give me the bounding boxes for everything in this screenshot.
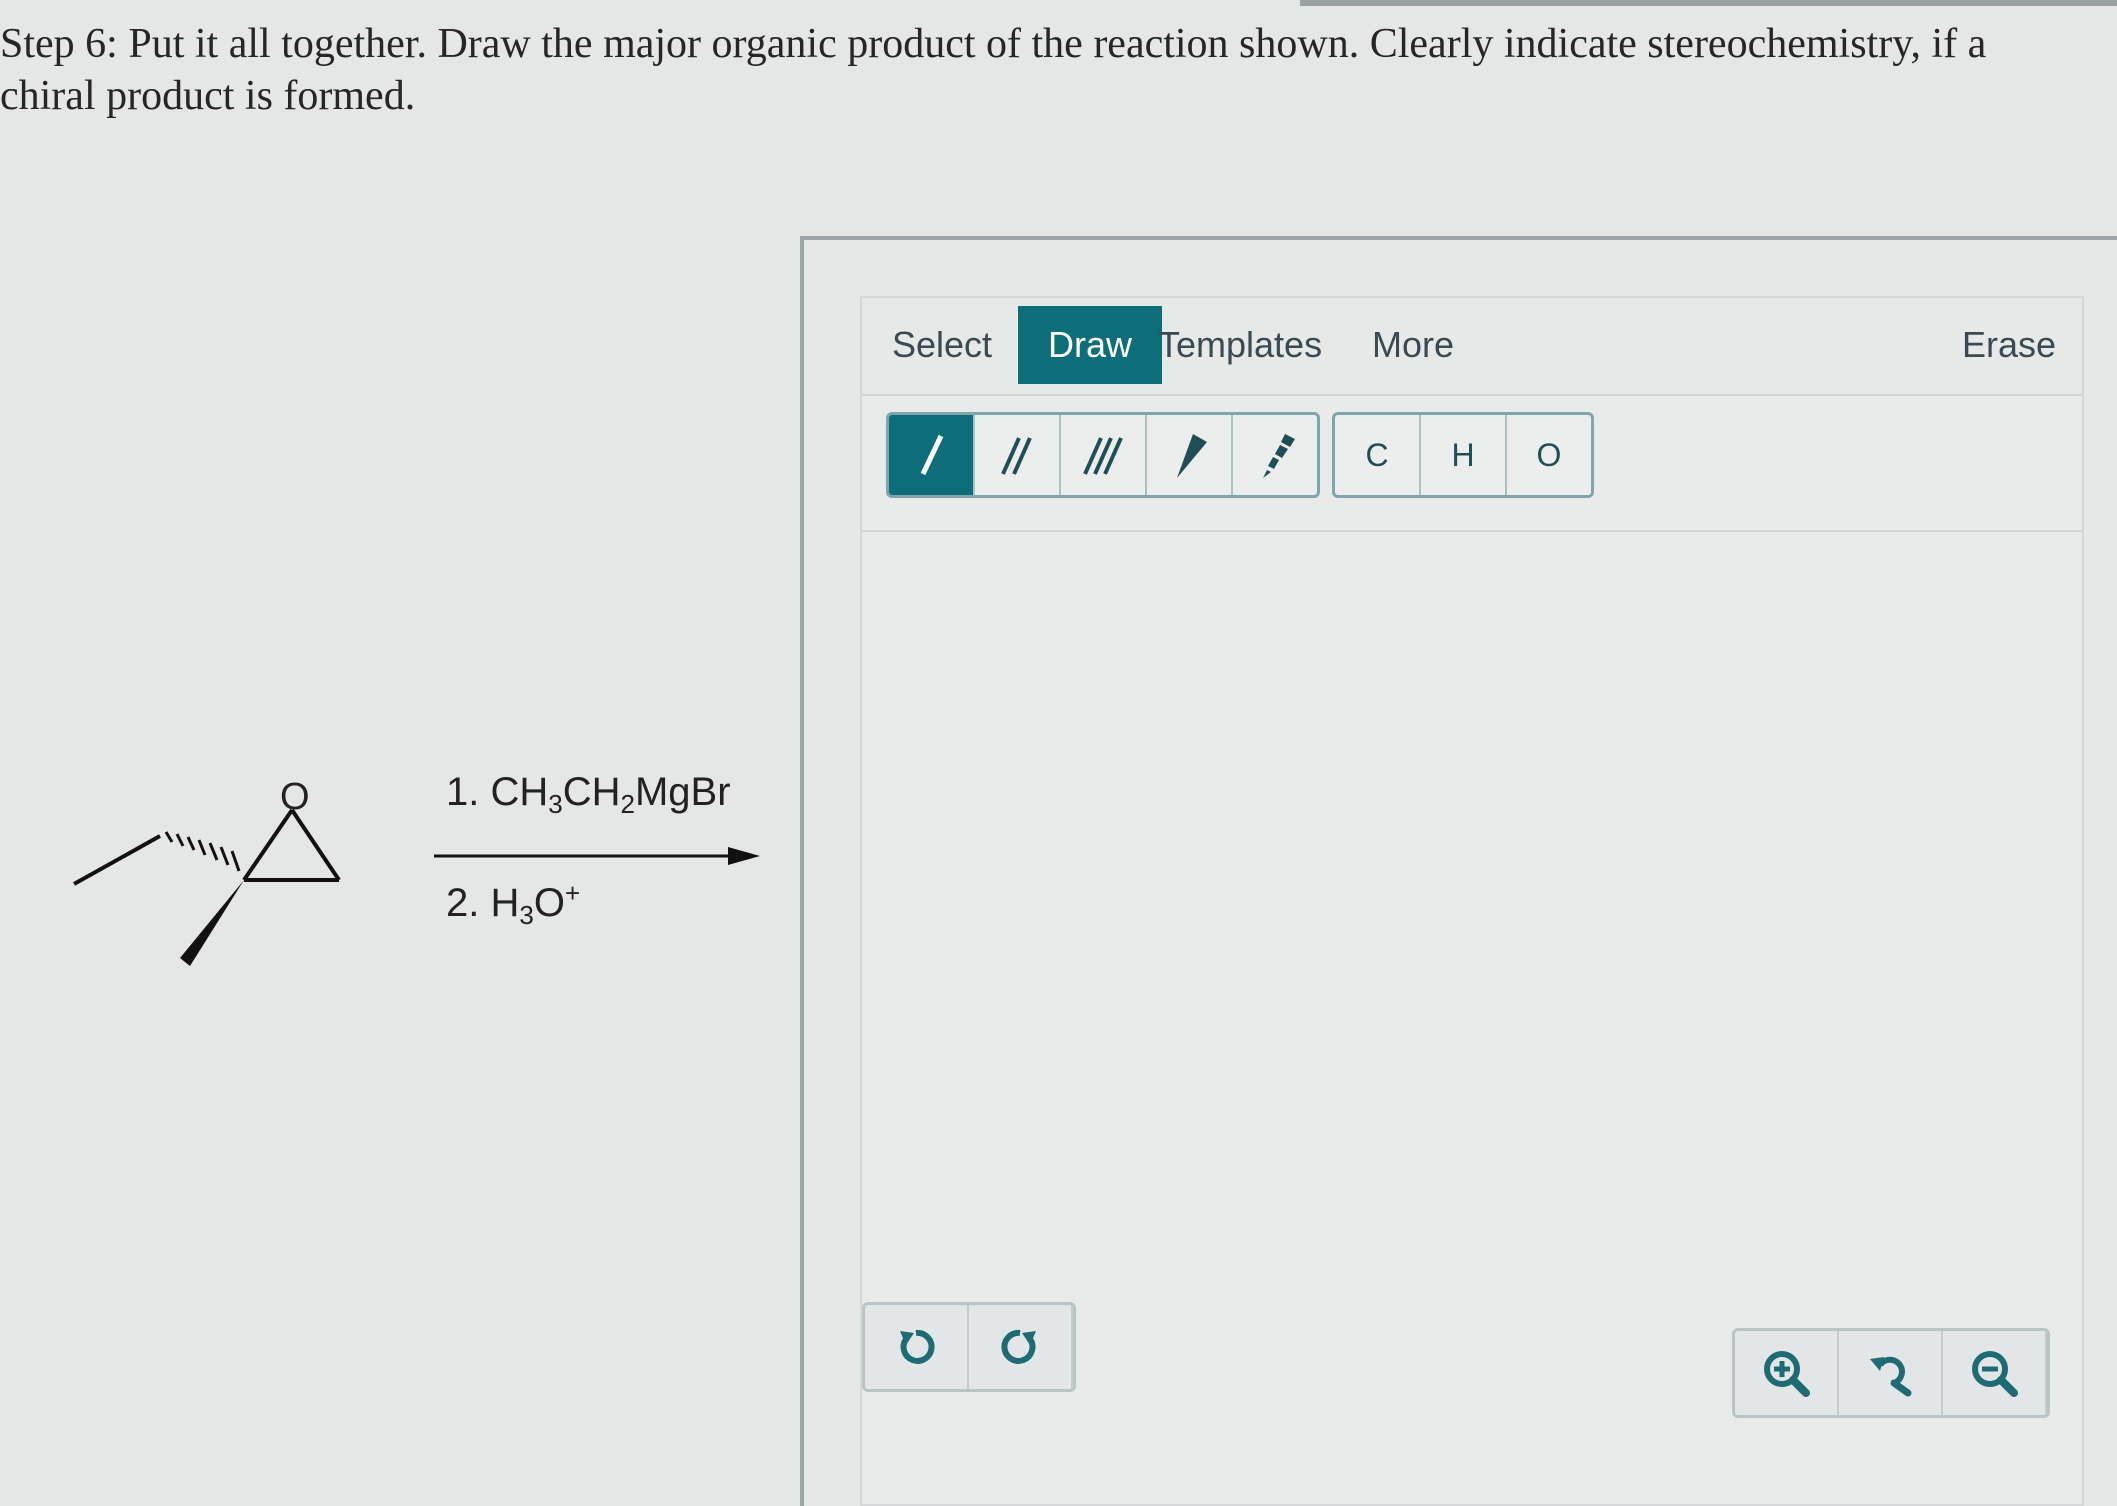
triple-bond-button[interactable] (1061, 415, 1147, 495)
bond-tools (886, 412, 1320, 498)
zoom-controls (1732, 1328, 2050, 1418)
tab-select[interactable]: Select (872, 306, 1012, 384)
hash-bond-button[interactable] (1233, 415, 1317, 495)
atom-tools: C H O (1332, 412, 1594, 498)
double-bond-icon (1001, 437, 1032, 475)
hash-bond-icon (1263, 434, 1295, 478)
tab-draw[interactable]: Draw (1018, 306, 1162, 384)
reaction-arrowhead (728, 847, 760, 865)
tab-templates[interactable]: Templates (1158, 306, 1322, 384)
reset-zoom-icon (1870, 1356, 1912, 1397)
single-bond-icon (920, 434, 944, 476)
structure-editor: Select Draw Templates More Erase C H O (860, 296, 2084, 1506)
erase-button[interactable]: Erase (1962, 306, 2056, 384)
wedge-bond-icon (1177, 434, 1207, 478)
top-rule (1300, 0, 2117, 6)
atom-o-button[interactable]: O (1507, 415, 1591, 495)
tab-more[interactable]: More (1372, 306, 1454, 384)
reagent-1: 1. CH3CH2MgBr (446, 770, 731, 819)
double-bond-button[interactable] (975, 415, 1061, 495)
redo-button[interactable] (969, 1305, 1073, 1389)
undo-button[interactable] (865, 1305, 969, 1389)
zoom-in-button[interactable] (1735, 1331, 1839, 1415)
triple-bond-icon (1083, 437, 1123, 475)
draw-toolbar: C H O (862, 396, 2082, 532)
undo-icon (900, 1329, 935, 1364)
atom-c-button[interactable]: C (1335, 415, 1421, 495)
reset-zoom-button[interactable] (1839, 1331, 1943, 1415)
single-bond-button[interactable] (889, 415, 975, 495)
zoom-out-button[interactable] (1943, 1331, 2047, 1415)
editor-tabbar: Select Draw Templates More Erase (862, 298, 2082, 396)
zoom-out-icon (1972, 1351, 2018, 1397)
reagent-2: 2. H3O+ (446, 878, 581, 930)
atom-h-button[interactable]: H (1421, 415, 1507, 495)
hashed-bond (164, 831, 241, 872)
reaction-scheme: O 1. CH3CH2MgBr 2. H3O+ (60, 770, 780, 1000)
oxygen-label: O (280, 776, 310, 818)
wedge-bond-button[interactable] (1147, 415, 1233, 495)
wedge-bond (180, 880, 244, 966)
question-text: Step 6: Put it all together. Draw the ma… (0, 21, 1987, 119)
redo-icon (1001, 1329, 1036, 1364)
ring-bond-o-c2 (290, 808, 341, 882)
ring-bond-c1-o (242, 808, 294, 882)
history-controls (862, 1302, 1076, 1392)
methyl-bond (73, 834, 161, 886)
zoom-in-icon (1764, 1351, 1810, 1397)
